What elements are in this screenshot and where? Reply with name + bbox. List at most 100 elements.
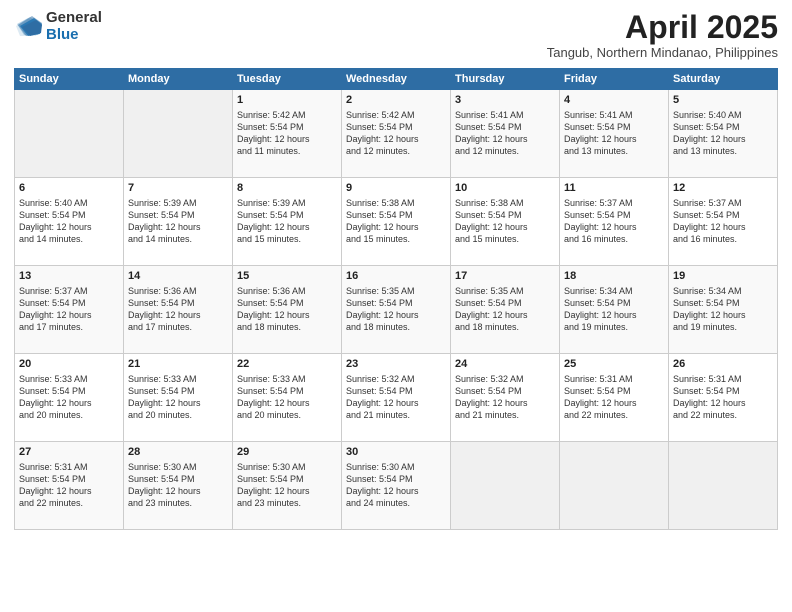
table-row xyxy=(15,90,124,178)
calendar-week-row-5: 27Sunrise: 5:31 AM Sunset: 5:54 PM Dayli… xyxy=(15,442,778,530)
day-number: 19 xyxy=(673,269,773,284)
table-row: 23Sunrise: 5:32 AM Sunset: 5:54 PM Dayli… xyxy=(342,354,451,442)
day-number: 6 xyxy=(19,181,119,196)
day-info: Sunrise: 5:37 AM Sunset: 5:54 PM Dayligh… xyxy=(19,285,119,334)
table-row: 7Sunrise: 5:39 AM Sunset: 5:54 PM Daylig… xyxy=(124,178,233,266)
day-number: 21 xyxy=(128,357,228,372)
day-number: 5 xyxy=(673,93,773,108)
table-row: 17Sunrise: 5:35 AM Sunset: 5:54 PM Dayli… xyxy=(451,266,560,354)
header-saturday: Saturday xyxy=(669,69,778,90)
table-row: 16Sunrise: 5:35 AM Sunset: 5:54 PM Dayli… xyxy=(342,266,451,354)
table-row: 20Sunrise: 5:33 AM Sunset: 5:54 PM Dayli… xyxy=(15,354,124,442)
table-row: 27Sunrise: 5:31 AM Sunset: 5:54 PM Dayli… xyxy=(15,442,124,530)
page: General Blue April 2025 Tangub, Northern… xyxy=(0,0,792,612)
day-number: 7 xyxy=(128,181,228,196)
table-row: 1Sunrise: 5:42 AM Sunset: 5:54 PM Daylig… xyxy=(233,90,342,178)
day-number: 4 xyxy=(564,93,664,108)
table-row: 24Sunrise: 5:32 AM Sunset: 5:54 PM Dayli… xyxy=(451,354,560,442)
day-number: 13 xyxy=(19,269,119,284)
day-number: 27 xyxy=(19,445,119,460)
day-number: 30 xyxy=(346,445,446,460)
table-row: 28Sunrise: 5:30 AM Sunset: 5:54 PM Dayli… xyxy=(124,442,233,530)
calendar-week-row-3: 13Sunrise: 5:37 AM Sunset: 5:54 PM Dayli… xyxy=(15,266,778,354)
day-info: Sunrise: 5:35 AM Sunset: 5:54 PM Dayligh… xyxy=(455,285,555,334)
day-info: Sunrise: 5:33 AM Sunset: 5:54 PM Dayligh… xyxy=(237,373,337,422)
table-row: 4Sunrise: 5:41 AM Sunset: 5:54 PM Daylig… xyxy=(560,90,669,178)
header: General Blue April 2025 Tangub, Northern… xyxy=(14,10,778,60)
table-row: 21Sunrise: 5:33 AM Sunset: 5:54 PM Dayli… xyxy=(124,354,233,442)
day-info: Sunrise: 5:38 AM Sunset: 5:54 PM Dayligh… xyxy=(346,197,446,246)
day-number: 17 xyxy=(455,269,555,284)
table-row xyxy=(669,442,778,530)
table-row: 10Sunrise: 5:38 AM Sunset: 5:54 PM Dayli… xyxy=(451,178,560,266)
table-row: 8Sunrise: 5:39 AM Sunset: 5:54 PM Daylig… xyxy=(233,178,342,266)
day-info: Sunrise: 5:32 AM Sunset: 5:54 PM Dayligh… xyxy=(455,373,555,422)
day-info: Sunrise: 5:33 AM Sunset: 5:54 PM Dayligh… xyxy=(19,373,119,422)
day-number: 1 xyxy=(237,93,337,108)
day-number: 16 xyxy=(346,269,446,284)
calendar-week-row-1: 1Sunrise: 5:42 AM Sunset: 5:54 PM Daylig… xyxy=(15,90,778,178)
day-number: 28 xyxy=(128,445,228,460)
day-number: 10 xyxy=(455,181,555,196)
table-row xyxy=(560,442,669,530)
logo-blue: Blue xyxy=(46,26,79,43)
day-info: Sunrise: 5:30 AM Sunset: 5:54 PM Dayligh… xyxy=(237,461,337,510)
title-location: Tangub, Northern Mindanao, Philippines xyxy=(547,45,778,60)
header-sunday: Sunday xyxy=(15,69,124,90)
day-info: Sunrise: 5:42 AM Sunset: 5:54 PM Dayligh… xyxy=(346,109,446,158)
day-info: Sunrise: 5:36 AM Sunset: 5:54 PM Dayligh… xyxy=(237,285,337,334)
calendar-week-row-2: 6Sunrise: 5:40 AM Sunset: 5:54 PM Daylig… xyxy=(15,178,778,266)
calendar-header-row: Sunday Monday Tuesday Wednesday Thursday… xyxy=(15,69,778,90)
day-number: 26 xyxy=(673,357,773,372)
day-number: 12 xyxy=(673,181,773,196)
day-info: Sunrise: 5:41 AM Sunset: 5:54 PM Dayligh… xyxy=(455,109,555,158)
day-info: Sunrise: 5:34 AM Sunset: 5:54 PM Dayligh… xyxy=(564,285,664,334)
day-info: Sunrise: 5:35 AM Sunset: 5:54 PM Dayligh… xyxy=(346,285,446,334)
table-row: 18Sunrise: 5:34 AM Sunset: 5:54 PM Dayli… xyxy=(560,266,669,354)
table-row: 15Sunrise: 5:36 AM Sunset: 5:54 PM Dayli… xyxy=(233,266,342,354)
day-info: Sunrise: 5:31 AM Sunset: 5:54 PM Dayligh… xyxy=(673,373,773,422)
day-number: 15 xyxy=(237,269,337,284)
day-info: Sunrise: 5:38 AM Sunset: 5:54 PM Dayligh… xyxy=(455,197,555,246)
day-info: Sunrise: 5:30 AM Sunset: 5:54 PM Dayligh… xyxy=(128,461,228,510)
header-thursday: Thursday xyxy=(451,69,560,90)
day-number: 24 xyxy=(455,357,555,372)
header-monday: Monday xyxy=(124,69,233,90)
day-info: Sunrise: 5:33 AM Sunset: 5:54 PM Dayligh… xyxy=(128,373,228,422)
day-info: Sunrise: 5:40 AM Sunset: 5:54 PM Dayligh… xyxy=(19,197,119,246)
logo: General Blue xyxy=(14,10,102,43)
title-block: April 2025 Tangub, Northern Mindanao, Ph… xyxy=(547,10,778,60)
day-info: Sunrise: 5:34 AM Sunset: 5:54 PM Dayligh… xyxy=(673,285,773,334)
day-info: Sunrise: 5:31 AM Sunset: 5:54 PM Dayligh… xyxy=(19,461,119,510)
day-number: 29 xyxy=(237,445,337,460)
day-number: 3 xyxy=(455,93,555,108)
day-number: 2 xyxy=(346,93,446,108)
day-info: Sunrise: 5:37 AM Sunset: 5:54 PM Dayligh… xyxy=(673,197,773,246)
table-row: 26Sunrise: 5:31 AM Sunset: 5:54 PM Dayli… xyxy=(669,354,778,442)
day-info: Sunrise: 5:40 AM Sunset: 5:54 PM Dayligh… xyxy=(673,109,773,158)
table-row xyxy=(451,442,560,530)
table-row: 19Sunrise: 5:34 AM Sunset: 5:54 PM Dayli… xyxy=(669,266,778,354)
logo-icon xyxy=(14,16,42,38)
table-row: 3Sunrise: 5:41 AM Sunset: 5:54 PM Daylig… xyxy=(451,90,560,178)
table-row: 29Sunrise: 5:30 AM Sunset: 5:54 PM Dayli… xyxy=(233,442,342,530)
day-info: Sunrise: 5:39 AM Sunset: 5:54 PM Dayligh… xyxy=(128,197,228,246)
header-tuesday: Tuesday xyxy=(233,69,342,90)
table-row: 11Sunrise: 5:37 AM Sunset: 5:54 PM Dayli… xyxy=(560,178,669,266)
calendar-table: Sunday Monday Tuesday Wednesday Thursday… xyxy=(14,68,778,530)
day-number: 25 xyxy=(564,357,664,372)
logo-text: General Blue xyxy=(46,10,102,43)
table-row: 2Sunrise: 5:42 AM Sunset: 5:54 PM Daylig… xyxy=(342,90,451,178)
table-row: 25Sunrise: 5:31 AM Sunset: 5:54 PM Dayli… xyxy=(560,354,669,442)
day-info: Sunrise: 5:31 AM Sunset: 5:54 PM Dayligh… xyxy=(564,373,664,422)
table-row xyxy=(124,90,233,178)
day-number: 8 xyxy=(237,181,337,196)
table-row: 14Sunrise: 5:36 AM Sunset: 5:54 PM Dayli… xyxy=(124,266,233,354)
header-friday: Friday xyxy=(560,69,669,90)
calendar-week-row-4: 20Sunrise: 5:33 AM Sunset: 5:54 PM Dayli… xyxy=(15,354,778,442)
day-info: Sunrise: 5:42 AM Sunset: 5:54 PM Dayligh… xyxy=(237,109,337,158)
title-month: April 2025 xyxy=(547,10,778,45)
day-number: 20 xyxy=(19,357,119,372)
table-row: 6Sunrise: 5:40 AM Sunset: 5:54 PM Daylig… xyxy=(15,178,124,266)
table-row: 5Sunrise: 5:40 AM Sunset: 5:54 PM Daylig… xyxy=(669,90,778,178)
